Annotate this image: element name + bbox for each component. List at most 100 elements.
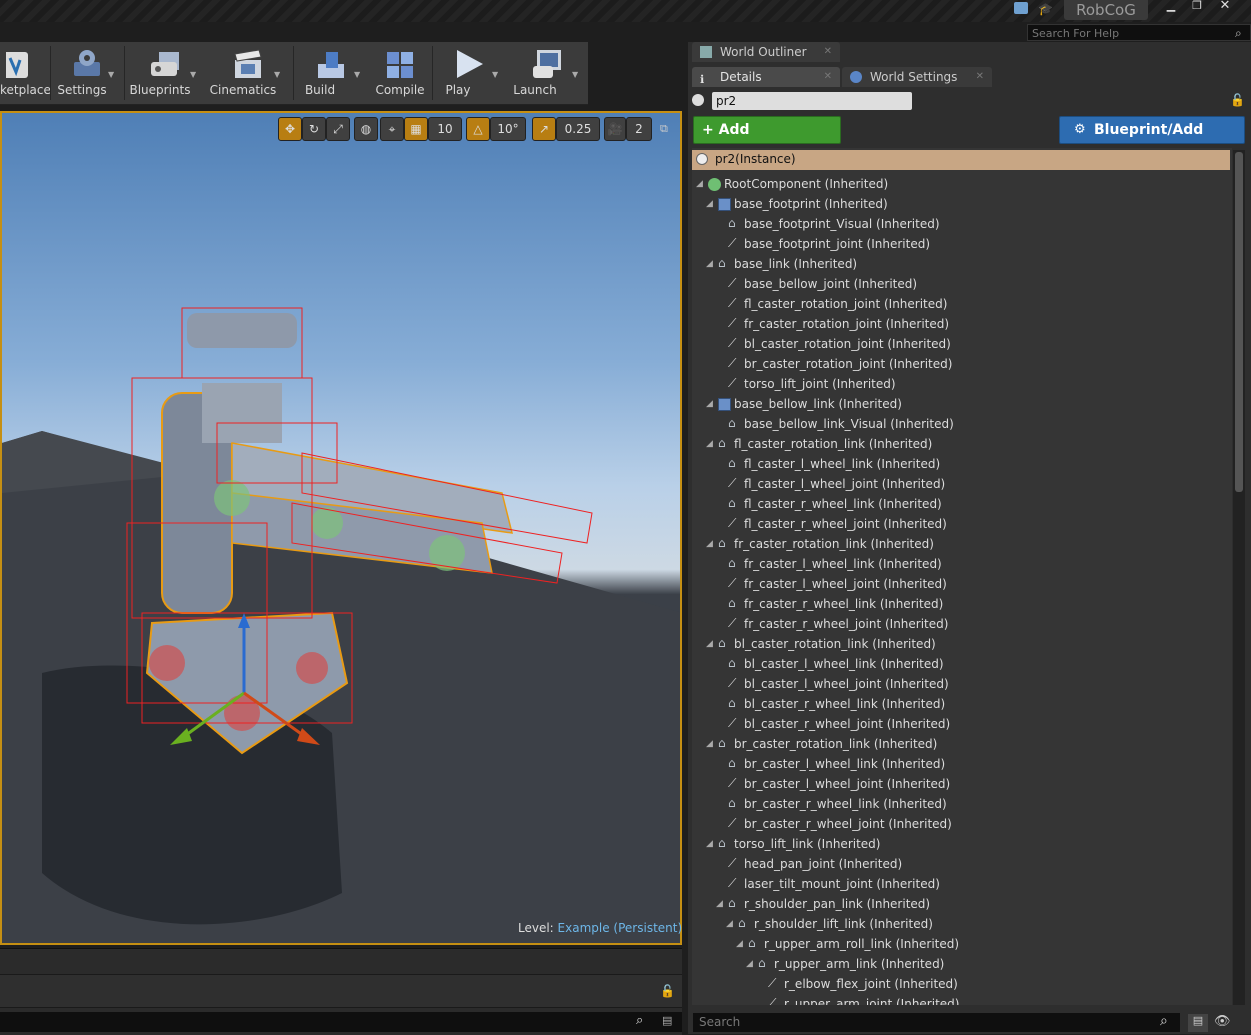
toolbar-marketplace-button[interactable]: ketplace [0,42,51,102]
chevron-down-icon[interactable]: ▼ [108,70,114,79]
expand-arrow-icon[interactable]: ◢ [716,894,723,914]
tree-row[interactable]: ⟋ br_caster_r_wheel_joint (Inherited) [692,814,1232,834]
toolbar-launch-button[interactable]: Launch ▼ [508,42,588,102]
chevron-down-icon[interactable]: ▼ [492,70,498,79]
tree-row[interactable]: ◢ ⌂ bl_caster_rotation_link (Inherited) [692,634,1232,654]
tree-row[interactable]: ⌂ bl_caster_r_wheel_link (Inherited) [692,694,1232,714]
expand-arrow-icon[interactable]: ◢ [706,734,713,754]
tree-row[interactable]: ◢ ⌂ fr_caster_rotation_link (Inherited) [692,534,1232,554]
scale-snap-icon[interactable]: ↗ [532,117,556,141]
tree-row[interactable]: ⌂ fl_caster_l_wheel_link (Inherited) [692,454,1232,474]
maximize-viewport-icon[interactable]: ⧉ [660,122,668,136]
rotation-snap-value[interactable]: 10° [490,117,526,141]
tree-row[interactable]: ⌂ bl_caster_l_wheel_link (Inherited) [692,654,1232,674]
close-button[interactable]: ✕ [1212,0,1238,12]
grid-snap-value[interactable]: 10 [428,117,462,141]
expand-arrow-icon[interactable]: ◢ [706,634,713,654]
toolbar-blueprints-button[interactable]: Blueprints ▼ [128,42,204,102]
expand-arrow-icon[interactable]: ◢ [746,954,753,974]
tree-row[interactable]: ⟋ fl_caster_l_wheel_joint (Inherited) [692,474,1232,494]
expand-arrow-icon[interactable]: ◢ [706,394,713,414]
content-search-input[interactable] [0,1012,682,1032]
camera-speed-icon[interactable]: 🎥 [604,117,626,141]
expand-arrow-icon[interactable]: ◢ [706,254,713,274]
tree-row[interactable]: ⌂ base_bellow_link_Visual (Inherited) [692,414,1232,434]
chevron-down-icon[interactable]: ▼ [572,70,578,79]
grid-snap-icon[interactable]: ▦ [404,117,428,141]
list-view-icon[interactable]: ▤ [1188,1014,1208,1032]
tree-row[interactable]: ⟋ br_caster_l_wheel_joint (Inherited) [692,774,1232,794]
expand-arrow-icon[interactable]: ◢ [696,174,703,194]
rotate-tool-button[interactable]: ↻ [302,117,326,141]
camera-speed-value[interactable]: 2 [626,117,652,141]
tree-row[interactable]: ⌂ fr_caster_l_wheel_link (Inherited) [692,554,1232,574]
tree-row[interactable]: ⟋ bl_caster_r_wheel_joint (Inherited) [692,714,1232,734]
scale-snap-value[interactable]: 0.25 [556,117,600,141]
tree-row[interactable]: ⌂ br_caster_l_wheel_link (Inherited) [692,754,1232,774]
tree-row[interactable]: ◢ ⌂ r_upper_arm_roll_link (Inherited) [692,934,1232,954]
actor-name-input[interactable]: pr2 [712,92,912,110]
tree-row[interactable]: ◢ RootComponent (Inherited) [692,174,1232,194]
tree-row[interactable]: ⟋ base_bellow_joint (Inherited) [692,274,1232,294]
chevron-down-icon[interactable]: ▼ [190,70,196,79]
expand-arrow-icon[interactable]: ◢ [706,434,713,454]
tab-world-outliner[interactable]: World Outliner ✕ [692,42,840,62]
level-viewport[interactable] [0,111,682,945]
tree-row[interactable]: ◢ base_footprint (Inherited) [692,194,1232,214]
tree-row[interactable]: ⟋ bl_caster_rotation_joint (Inherited) [692,334,1232,354]
tree-row[interactable]: ⟋ fl_caster_r_wheel_joint (Inherited) [692,514,1232,534]
minimize-button[interactable]: ▁ [1158,0,1184,12]
tree-row[interactable]: ⟋ base_footprint_joint (Inherited) [692,234,1232,254]
tree-row[interactable]: ⟋ fl_caster_rotation_joint (Inherited) [692,294,1232,314]
translate-tool-button[interactable]: ✥ [278,117,302,141]
tree-row[interactable]: ⟋ r_elbow_flex_joint (Inherited) [692,974,1232,994]
eye-icon[interactable]: 👁 [1214,1014,1231,1029]
tree-row[interactable]: ⟋ head_pan_joint (Inherited) [692,854,1232,874]
expand-arrow-icon[interactable]: ◢ [736,934,743,954]
tree-row[interactable]: ◢ ⌂ r_shoulder_lift_link (Inherited) [692,914,1232,934]
tree-row[interactable]: ⟋ bl_caster_l_wheel_joint (Inherited) [692,674,1232,694]
tree-row[interactable]: ◢ ⌂ fl_caster_rotation_link (Inherited) [692,434,1232,454]
tree-row[interactable]: ◢ base_bellow_link (Inherited) [692,394,1232,414]
expand-arrow-icon[interactable]: ◢ [706,194,713,214]
chevron-down-icon[interactable]: ▼ [274,70,280,79]
expand-arrow-icon[interactable]: ◢ [726,914,733,934]
tree-row[interactable]: ⌂ br_caster_r_wheel_link (Inherited) [692,794,1232,814]
tree-row[interactable]: ◢ ⌂ br_caster_rotation_link (Inherited) [692,734,1232,754]
tree-row[interactable]: ⟋ br_caster_rotation_joint (Inherited) [692,354,1232,374]
tab-details[interactable]: ℹ Details ✕ [692,67,840,87]
tree-row[interactable]: ◢ ⌂ base_link (Inherited) [692,254,1232,274]
tree-row[interactable]: ⟋ fr_caster_rotation_joint (Inherited) [692,314,1232,334]
tree-row[interactable]: ⌂ base_footprint_Visual (Inherited) [692,214,1232,234]
tree-scrollbar-thumb[interactable] [1235,152,1243,492]
close-icon[interactable]: ✕ [976,67,984,87]
instance-row[interactable]: pr2(Instance) [692,150,1230,170]
tree-row[interactable]: ⟋ fr_caster_l_wheel_joint (Inherited) [692,574,1232,594]
tree-row[interactable]: ◢ ⌂ torso_lift_link (Inherited) [692,834,1232,854]
tree-row[interactable]: ⟋ fr_caster_r_wheel_joint (Inherited) [692,614,1232,634]
expand-arrow-icon[interactable]: ◢ [706,534,713,554]
lock-icon[interactable]: 🔓 [1230,93,1245,107]
expand-arrow-icon[interactable]: ◢ [706,834,713,854]
tree-row[interactable]: ⟋ torso_lift_joint (Inherited) [692,374,1232,394]
scale-tool-button[interactable]: ⤢ [326,117,350,141]
tab-world-settings[interactable]: World Settings ✕ [842,67,992,87]
add-component-button[interactable]: + Add Component ▾ [693,116,841,164]
blueprint-add-script-button[interactable]: ⚙ Blueprint/Add Script [1059,116,1245,164]
tree-row[interactable]: ⌂ fr_caster_r_wheel_link (Inherited) [692,594,1232,614]
toolbar-build-button[interactable]: Build ▼ [296,42,366,102]
close-icon[interactable]: ✕ [824,67,832,87]
chat-icon[interactable] [1014,2,1028,14]
tree-row[interactable]: ◢ ⌂ r_shoulder_pan_link (Inherited) [692,894,1232,914]
tree-row[interactable]: ⌂ fl_caster_r_wheel_link (Inherited) [692,494,1232,514]
tree-row[interactable]: ◢ ⌂ r_upper_arm_link (Inherited) [692,954,1232,974]
toolbar-settings-button[interactable]: Settings ▼ [54,42,120,102]
close-icon[interactable]: ✕ [824,42,832,62]
maximize-button[interactable]: ❐ [1184,0,1210,12]
tree-row[interactable]: ⟋ r_upper_arm_joint (Inherited) [692,994,1232,1005]
learn-icon[interactable]: 🎓 [1038,2,1054,16]
help-search-input[interactable]: Search For Help [1027,24,1251,41]
rotation-snap-icon[interactable]: △ [466,117,490,141]
details-search-input[interactable]: Search [693,1013,1180,1032]
save-icon[interactable]: ▤ [662,1014,672,1027]
